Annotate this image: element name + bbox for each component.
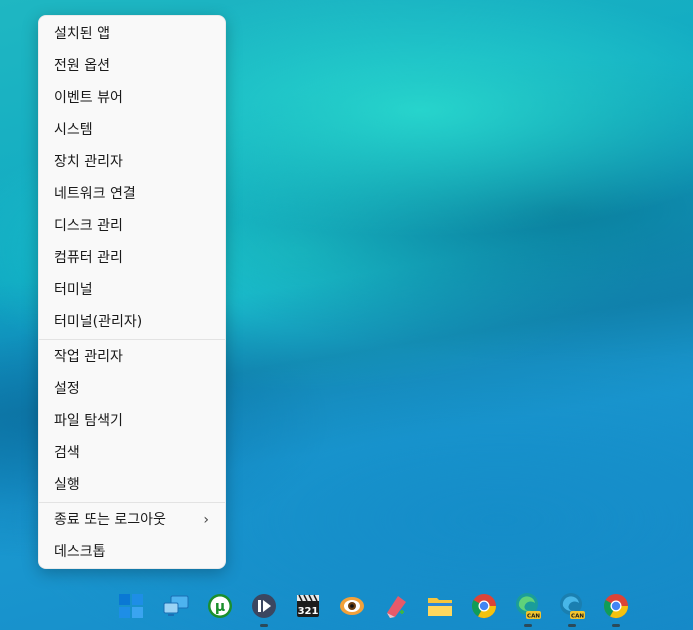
menu-item-terminal-admin[interactable]: 터미널(관리자): [39, 307, 225, 337]
media-player-icon[interactable]: [248, 590, 280, 627]
menu-item-computer-management[interactable]: 컴퓨터 관리: [39, 243, 225, 273]
menu-item-system[interactable]: 시스템: [39, 115, 225, 145]
windows-start-icon[interactable]: [115, 590, 147, 622]
svg-text:µ: µ: [215, 599, 225, 615]
menu-item-settings[interactable]: 설정: [39, 374, 225, 404]
chrome-icon[interactable]: [468, 590, 500, 622]
utorrent-icon[interactable]: µ: [204, 590, 236, 622]
running-indicator: [524, 624, 532, 627]
svg-text:321: 321: [298, 606, 319, 617]
running-indicator: [260, 624, 268, 627]
menu-item-task-manager[interactable]: 작업 관리자: [39, 342, 225, 372]
menu-item-search[interactable]: 검색: [39, 438, 225, 468]
chrome-icon-2[interactable]: [600, 590, 632, 627]
running-indicator: [612, 624, 620, 627]
menu-item-power-options[interactable]: 전원 옵션: [39, 51, 225, 81]
menu-item-label: 종료 또는 로그아웃: [54, 512, 166, 528]
eye-app-icon[interactable]: [336, 590, 368, 622]
menu-item-file-explorer[interactable]: 파일 탐색기: [39, 406, 225, 436]
menu-item-network-connections[interactable]: 네트워크 연결: [39, 179, 225, 209]
running-indicator: [568, 624, 576, 627]
menu-item-desktop[interactable]: 데스크톱: [39, 537, 225, 567]
media-player-classic-icon[interactable]: 321: [292, 590, 324, 622]
menu-item-disk-management[interactable]: 디스크 관리: [39, 211, 225, 241]
chevron-right-icon: ›: [203, 512, 209, 528]
svg-text:CAN: CAN: [571, 614, 584, 620]
edge-canary-icon-2[interactable]: CAN: [556, 590, 588, 627]
remote-desktop-icon[interactable]: [160, 590, 192, 622]
svg-text:CAN: CAN: [527, 614, 540, 620]
menu-item-installed-apps[interactable]: 설치된 앱: [39, 19, 225, 49]
edge-canary-icon[interactable]: CAN: [512, 590, 544, 627]
menu-item-device-manager[interactable]: 장치 관리자: [39, 147, 225, 177]
file-explorer-icon[interactable]: [424, 590, 456, 622]
menu-item-run[interactable]: 실행: [39, 470, 225, 500]
menu-item-shutdown-signout[interactable]: 종료 또는 로그아웃 ›: [39, 505, 225, 535]
menu-item-terminal[interactable]: 터미널: [39, 275, 225, 305]
menu-item-event-viewer[interactable]: 이벤트 뷰어: [39, 83, 225, 113]
drawing-app-icon[interactable]: [380, 590, 412, 622]
menu-separator: [39, 502, 225, 503]
menu-separator: [39, 339, 225, 340]
quick-link-menu: 설치된 앱 전원 옵션 이벤트 뷰어 시스템 장치 관리자 네트워크 연결 디스…: [38, 15, 226, 569]
